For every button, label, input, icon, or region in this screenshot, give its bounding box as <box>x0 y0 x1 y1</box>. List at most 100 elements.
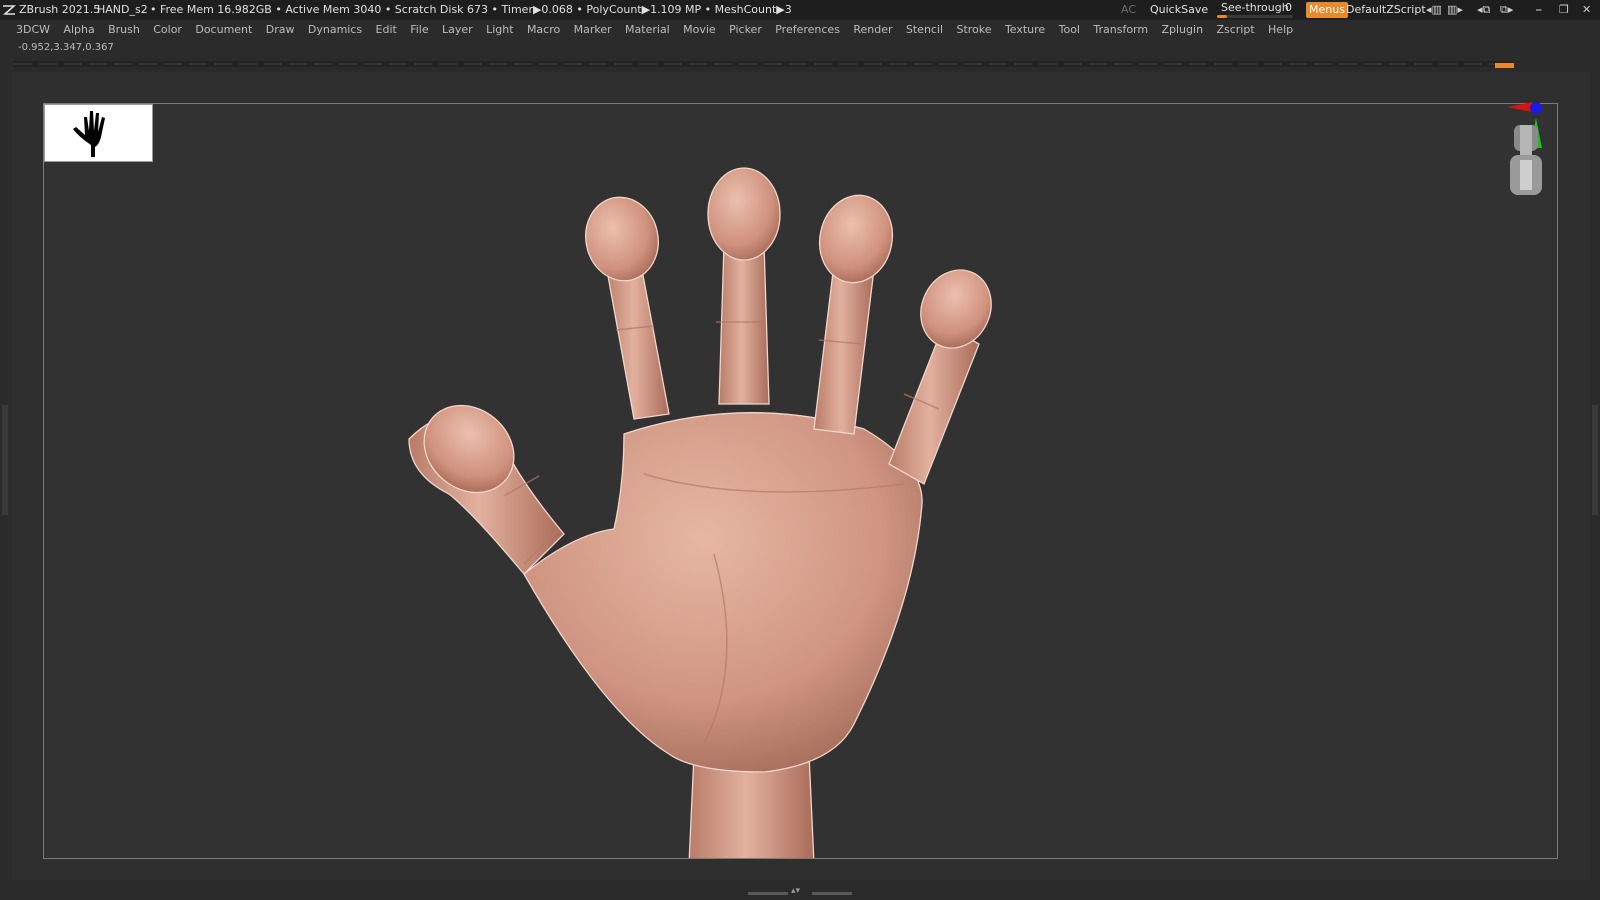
shelf-dash <box>689 63 707 65</box>
menu-preferences[interactable]: Preferences <box>775 20 840 40</box>
shelf-dash <box>614 63 632 65</box>
menu-draw[interactable]: Draw <box>266 20 295 40</box>
document-canvas[interactable] <box>43 103 1558 859</box>
shelf-dash <box>889 63 907 65</box>
shelf-dash <box>564 63 582 65</box>
shelf-dash <box>1189 63 1207 65</box>
shelf-dash <box>439 63 457 65</box>
shelf-dash <box>589 63 607 65</box>
menu-light[interactable]: Light <box>486 20 513 40</box>
cursor-coordinates: -0.952,3.347,0.367 <box>18 42 114 53</box>
shelf-dash <box>1014 63 1032 65</box>
menu-zplugin[interactable]: Zplugin <box>1161 20 1203 40</box>
shelf-dash <box>964 63 982 65</box>
menu-stencil[interactable]: Stencil <box>906 20 943 40</box>
shelf-dash <box>89 63 107 65</box>
shelf-dash <box>1439 63 1457 65</box>
menu-brush[interactable]: Brush <box>108 20 140 40</box>
shelf-dash <box>839 63 857 65</box>
menu-picker[interactable]: Picker <box>729 20 762 40</box>
shelf-dash <box>1089 63 1107 65</box>
menu-dynamics[interactable]: Dynamics <box>308 20 362 40</box>
shelf-dash <box>1314 63 1332 65</box>
shelf-dash <box>1064 63 1082 65</box>
main-menu-bar: 3DCW Alpha Brush Color Document Draw Dynamics E… <box>0 20 1600 40</box>
shelf-dash <box>139 63 157 65</box>
see-through-slider-fill <box>1217 15 1227 18</box>
default-zscript-button[interactable]: DefaultZScript <box>1346 0 1426 20</box>
restore-icon[interactable]: ❐ <box>1559 2 1569 18</box>
orientation-axes-icon[interactable] <box>1500 100 1560 210</box>
menu-marker[interactable]: Marker <box>574 20 612 40</box>
hand-3d-model[interactable] <box>44 104 1557 858</box>
swap-layout-icon[interactable]: ◂⧉ <box>1477 2 1490 18</box>
window-layout-icon[interactable]: ⧉▸ <box>1500 2 1513 18</box>
zbrush-logo-icon[interactable] <box>2 3 16 17</box>
shelf-dash <box>1389 63 1407 65</box>
shelf-dash <box>989 63 1007 65</box>
shelf-dash <box>464 63 482 65</box>
memory-stats: • Free Mem 16.982GB • Active Mem 3040 • … <box>150 3 792 16</box>
menu-macro[interactable]: Macro <box>527 20 560 40</box>
menu-layer[interactable]: Layer <box>442 20 473 40</box>
document-name: HAND_s2 <box>97 3 148 16</box>
shelf-position-marker[interactable] <box>1495 63 1514 68</box>
right-tray-handle[interactable] <box>1592 405 1598 515</box>
shelf-dash <box>1139 63 1157 65</box>
menu-material[interactable]: Material <box>625 20 670 40</box>
expand-tray-icon[interactable]: ▴▾ <box>791 886 800 896</box>
top-shelf-strip <box>14 61 1514 67</box>
app-name: ZBrush 2021.5 <box>19 3 101 16</box>
title-bar: ZBrush 2021.5 HAND_s2 • Free Mem 16.982G… <box>0 0 1600 20</box>
see-through-slider[interactable] <box>1217 15 1293 18</box>
shelf-dash <box>414 63 432 65</box>
collapse-left-icon[interactable]: ◂▥ <box>1426 2 1442 18</box>
menus-toggle-button[interactable]: Menus <box>1306 2 1348 18</box>
menu-document[interactable]: Document <box>195 20 252 40</box>
menu-movie[interactable]: Movie <box>683 20 716 40</box>
menu-alpha[interactable]: Alpha <box>63 20 94 40</box>
shelf-dash <box>389 63 407 65</box>
shelf-dash <box>789 63 807 65</box>
shelf-dash <box>1214 63 1232 65</box>
menu-list: 3DCW Alpha Brush Color Document Draw Dynamics E… <box>0 20 1600 40</box>
shelf-dash <box>314 63 332 65</box>
quicksave-button[interactable]: QuickSave <box>1150 0 1208 20</box>
shelf-dash <box>539 63 557 65</box>
hand-silhouette-icon <box>73 111 105 157</box>
menu-transform[interactable]: Transform <box>1093 20 1148 40</box>
shelf-dash <box>714 63 732 65</box>
close-icon[interactable]: ✕ <box>1582 2 1591 18</box>
ac-toggle[interactable]: AC <box>1121 0 1136 20</box>
minimize-icon[interactable]: ⎯ <box>1536 2 1542 18</box>
shelf-dash <box>289 63 307 65</box>
shelf-dash <box>264 63 282 65</box>
menu-edit[interactable]: Edit <box>376 20 397 40</box>
menu-zscript[interactable]: Zscript <box>1216 20 1254 40</box>
menu-3dcw[interactable]: 3DCW <box>16 20 50 40</box>
alpha-thumbnail[interactable] <box>44 104 153 162</box>
shelf-dash <box>739 63 757 65</box>
shelf-dash <box>64 63 82 65</box>
menu-tool[interactable]: Tool <box>1059 20 1080 40</box>
menu-render[interactable]: Render <box>853 20 892 40</box>
bottom-tray-handle-left[interactable] <box>748 892 788 895</box>
shelf-dash <box>1114 63 1132 65</box>
collapse-right-icon[interactable]: ▥▸ <box>1447 2 1463 18</box>
shelf-dash <box>639 63 657 65</box>
shelf-dash <box>814 63 832 65</box>
shelf-dash <box>1464 63 1482 65</box>
shelf-dash <box>664 63 682 65</box>
shelf-dash <box>1264 63 1282 65</box>
shelf-dash <box>114 63 132 65</box>
left-tray-handle[interactable] <box>2 405 8 515</box>
menu-file[interactable]: File <box>410 20 428 40</box>
menu-texture[interactable]: Texture <box>1005 20 1045 40</box>
bottom-tray-handle-right[interactable] <box>812 892 852 895</box>
shelf-dash <box>1339 63 1357 65</box>
shelf-dash <box>764 63 782 65</box>
shelf-dash <box>1289 63 1307 65</box>
menu-stroke[interactable]: Stroke <box>956 20 991 40</box>
menu-help[interactable]: Help <box>1268 20 1293 40</box>
menu-color[interactable]: Color <box>153 20 182 40</box>
